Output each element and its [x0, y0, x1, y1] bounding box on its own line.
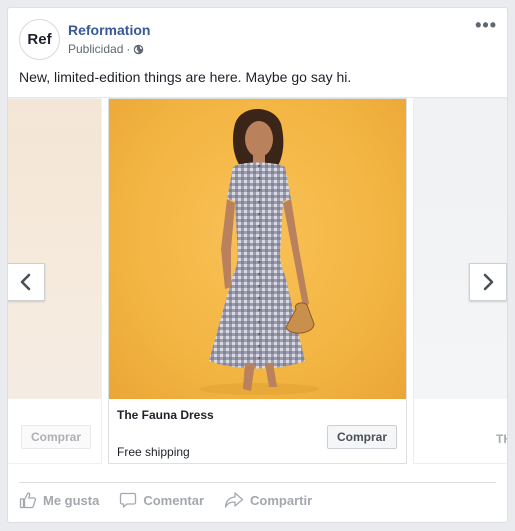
- product-title[interactable]: The Fauna Dress: [117, 408, 214, 422]
- comment-label: Comentar: [143, 492, 205, 508]
- thumbs-up-icon: [19, 492, 37, 509]
- share-arrow-icon: [224, 492, 244, 508]
- chevron-left-icon: [20, 273, 31, 291]
- more-options-icon[interactable]: •••: [475, 16, 497, 34]
- shop-now-button[interactable]: Comprar: [327, 425, 398, 449]
- like-button[interactable]: Me gusta: [19, 491, 99, 509]
- ad-post: Ref Reformation Publicidad · ••• New, li…: [7, 7, 508, 523]
- share-button[interactable]: Compartir: [224, 491, 312, 509]
- separator-dot: ·: [126, 42, 131, 56]
- carousel-card-current[interactable]: The Fauna Dress Free shipping Comprar: [108, 98, 407, 464]
- comment-button[interactable]: Comentar: [119, 491, 204, 509]
- model-in-dress-illustration: [199, 109, 319, 395]
- carousel-prev-button[interactable]: [8, 263, 45, 301]
- comment-bubble-icon: [120, 492, 137, 508]
- post-actions: Me gusta Comentar Compartir: [19, 491, 332, 509]
- post-caption: New, limited-edition things are here. Ma…: [19, 69, 352, 85]
- product-title-fragment: TH: [496, 432, 507, 446]
- product-carousel: Comprar The Fauna Dress Free shipping Co…: [8, 97, 507, 473]
- page-name-link[interactable]: Reformation: [68, 22, 150, 38]
- like-label: Me gusta: [43, 492, 100, 508]
- sponsored-line: Publicidad ·: [68, 42, 144, 56]
- avatar-text: Ref: [27, 31, 52, 48]
- product-subtitle: Free shipping: [117, 445, 190, 459]
- chevron-right-icon: [483, 273, 494, 291]
- page-avatar[interactable]: Ref: [19, 19, 60, 60]
- shop-now-button[interactable]: Comprar: [21, 425, 92, 449]
- globe-icon: [134, 44, 144, 54]
- sponsored-label[interactable]: Publicidad: [68, 42, 123, 56]
- actions-divider: [19, 482, 496, 483]
- carousel-next-button[interactable]: [469, 263, 507, 301]
- product-image[interactable]: [414, 99, 507, 399]
- product-image[interactable]: [109, 99, 406, 399]
- share-label: Compartir: [250, 492, 313, 508]
- product-image[interactable]: [8, 99, 101, 399]
